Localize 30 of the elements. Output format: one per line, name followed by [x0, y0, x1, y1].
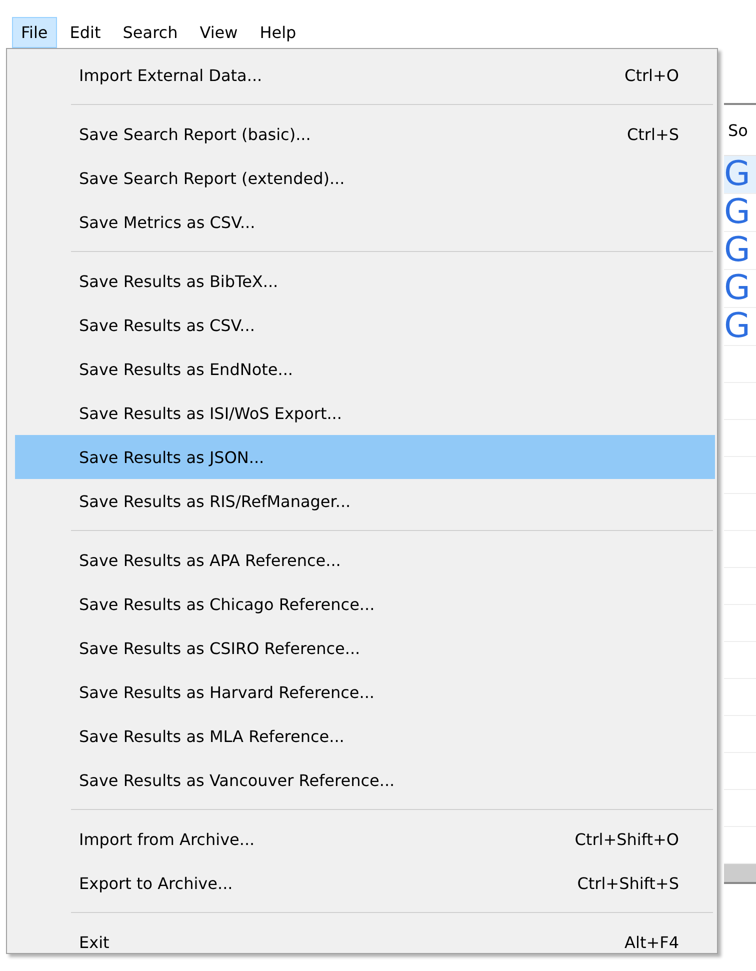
table-cell[interactable]: G — [724, 270, 756, 308]
table-cell[interactable]: G — [724, 156, 756, 194]
menu-entry[interactable]: Save Results as EndNote... — [9, 347, 715, 391]
menu-entry[interactable]: Import from Archive... Ctrl+Shift+O — [9, 817, 715, 861]
menu-entry[interactable]: Import External Data... Ctrl+O — [9, 53, 715, 97]
scrollbar[interactable] — [724, 864, 756, 884]
menu-entry[interactable]: Save Results as Vancouver Reference... — [9, 758, 715, 802]
menu-entry[interactable]: Save Results as APA Reference... — [9, 538, 715, 582]
table-cell[interactable]: G — [724, 232, 756, 270]
menu-item[interactable]: File — [12, 17, 57, 48]
menu-entry[interactable]: Save Results as ISI/WoS Export... — [9, 391, 715, 435]
menu-item[interactable]: Edit — [60, 17, 110, 48]
menu-entry[interactable]: Export to Archive... Ctrl+Shift+S — [9, 861, 715, 905]
menu-entry[interactable]: Save Results as JSON... — [15, 435, 715, 479]
table-cell[interactable]: G — [724, 194, 756, 232]
menu-entry[interactable]: Exit Alt+F4 — [9, 920, 715, 964]
menu-entry[interactable]: Save Search Report (extended)... — [9, 156, 715, 200]
menu-item[interactable]: Search — [114, 17, 187, 48]
menu-item[interactable]: Help — [250, 17, 306, 48]
menu-entry[interactable]: Save Metrics as CSV... — [9, 200, 715, 244]
menu-entry[interactable]: Save Results as CSV... — [9, 303, 715, 347]
menu-entry[interactable]: Save Results as CSIRO Reference... — [9, 626, 715, 670]
table-cell[interactable]: G — [724, 308, 756, 346]
menu-entry[interactable]: Save Results as MLA Reference... — [9, 714, 715, 758]
menu-item[interactable]: View — [190, 17, 247, 48]
menu-entry[interactable]: Save Results as RIS/RefManager... — [9, 479, 715, 523]
menu-entry[interactable]: Save Results as Chicago Reference... — [9, 582, 715, 626]
menu-entry[interactable]: Save Search Report (basic)... Ctrl+S — [9, 112, 715, 156]
menu-entry[interactable]: Save Results as BibTeX... — [9, 259, 715, 303]
menu-entry[interactable]: Save Results as Harvard Reference... — [9, 670, 715, 714]
